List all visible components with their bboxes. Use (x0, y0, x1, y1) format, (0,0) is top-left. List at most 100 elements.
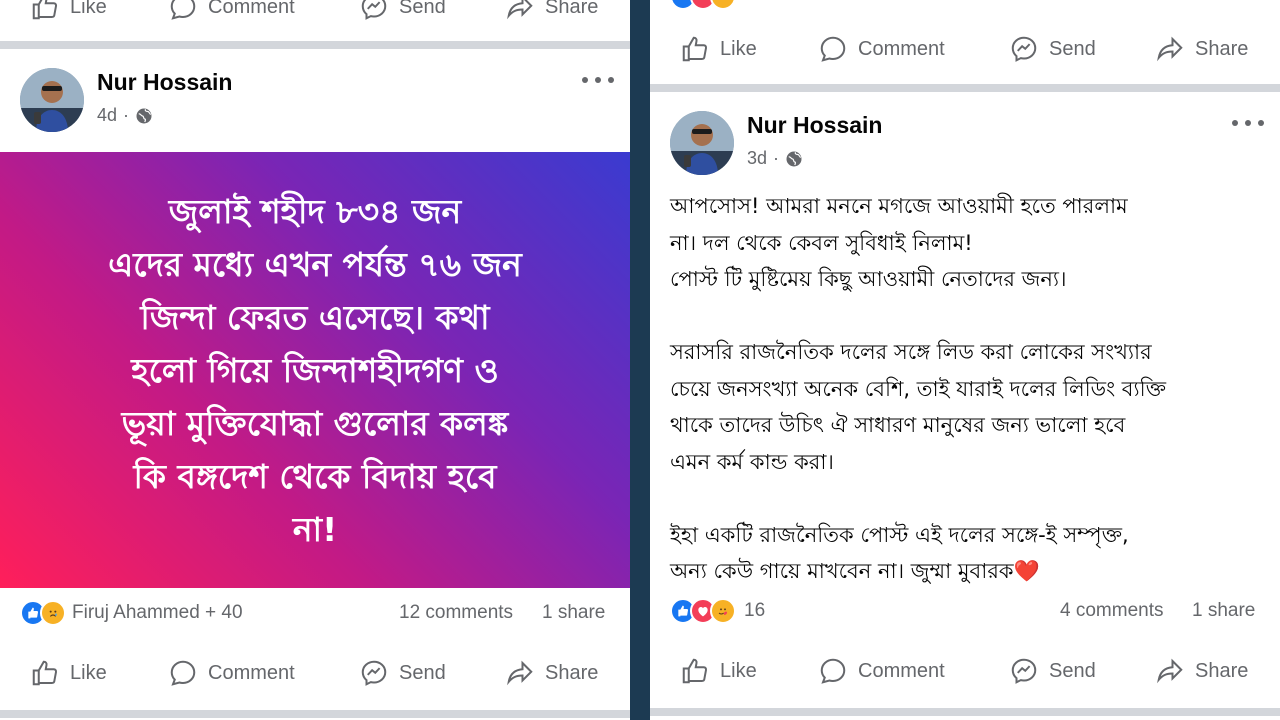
post-header: Nur Hossain 4d · (0, 49, 630, 132)
text-line: থাকে তাদের উচিৎ ঐ সাধারণ মানুষের জন্য ভা… (670, 413, 1126, 437)
post-divider (650, 84, 1280, 92)
share-arrow-icon (1157, 658, 1183, 684)
send-button[interactable]: Send (359, 0, 446, 22)
post-divider (650, 708, 1280, 716)
globe-icon (786, 151, 802, 166)
like-label: Like (720, 659, 757, 682)
author-name[interactable]: Nur Hossain (97, 69, 232, 96)
post-time[interactable]: 4d (97, 105, 117, 126)
post-divider (0, 41, 630, 49)
dot (1258, 120, 1264, 126)
reactions-summary[interactable]: Firuj Ahammed + 40 (20, 600, 243, 626)
banner-line: ভূয়া মুক্তিযোদ্ধা গুলোর কলঙ্ক (121, 403, 509, 443)
send-button[interactable]: Send (1009, 34, 1096, 64)
share-arrow-icon (1157, 36, 1183, 62)
share-label: Share (1195, 37, 1249, 60)
send-label: Send (1049, 659, 1096, 682)
like-button[interactable]: Like (680, 34, 757, 64)
comment-button[interactable]: Comment (168, 658, 295, 688)
text-line: আপসোস! আমরা মননে মগজে আওয়ামী হতে পারলাম (670, 194, 1128, 218)
thumbs-up-icon (682, 658, 708, 684)
post-time[interactable]: 3d (747, 148, 767, 169)
thumbs-up-icon (32, 0, 58, 20)
text-line: চেয়ে জনসংখ্যা অনেক বেশি, তাই যারাই দলের… (670, 376, 1166, 401)
shares-count[interactable]: 1 share (1192, 600, 1255, 622)
comment-icon (820, 36, 846, 62)
comment-label: Comment (208, 661, 295, 684)
text-line: ইহা একটি রাজনৈতিক পোস্ট এই দলের সঙ্গে-ই … (670, 522, 1129, 547)
send-button[interactable]: Send (1009, 656, 1096, 686)
banner-line: এদের মধ্যে এখন পর্যন্ত ৭৬ জন (108, 244, 522, 284)
share-label: Share (1195, 659, 1249, 682)
previous-post-action-bar: Like Comment Send Share (650, 26, 1280, 72)
share-button[interactable]: Share (505, 658, 598, 688)
text-line: পোস্ট টি মুষ্টিমেয় কিছু আওয়ামী নেতাদের… (670, 267, 1067, 291)
comment-icon (820, 658, 846, 684)
like-label: Like (70, 661, 107, 684)
dot (1245, 120, 1251, 126)
share-arrow-icon (507, 660, 533, 686)
share-button[interactable]: Share (1155, 656, 1248, 686)
send-label: Send (1049, 37, 1096, 60)
avatar[interactable] (670, 111, 734, 175)
previous-post-reactions (670, 0, 736, 10)
comment-label: Comment (208, 0, 295, 18)
post-stats: Firuj Ahammed + 40 12 comments 1 share (0, 598, 630, 628)
previous-post-action-bar: Like Comment Send Share (0, 0, 630, 30)
text-line: না। দল থেকে কেবল সুবিধাই নিলাম! (670, 230, 973, 255)
like-button[interactable]: Like (30, 0, 107, 22)
comment-label: Comment (858, 659, 945, 682)
comments-count[interactable]: 4 comments (1060, 600, 1163, 622)
dot (595, 77, 601, 83)
text-line: অন্য কেউ গায়ে মাখবেন না। জুম্মা মুবারক❤… (670, 559, 1040, 583)
post-divider (0, 710, 630, 718)
right-post-panel: Like Comment Send Share Nur Hossain 3d ·… (650, 0, 1280, 720)
dot (1232, 120, 1238, 126)
messenger-icon (361, 0, 387, 20)
share-button[interactable]: Share (1155, 34, 1248, 64)
thumbs-up-icon (32, 660, 58, 686)
post-action-bar: Like Comment Send Share (0, 650, 630, 696)
care-reaction-icon (710, 0, 736, 10)
banner-line: জিন্দা ফেরত এসেছে। কথা (140, 297, 490, 337)
share-label: Share (545, 0, 599, 18)
dot (582, 77, 588, 83)
post-banner-image[interactable]: জুলাই শহীদ ৮৩৪ জন এদের মধ্যে এখন পর্যন্ত… (0, 152, 630, 588)
author-name[interactable]: Nur Hossain (747, 112, 882, 139)
avatar[interactable] (20, 68, 84, 132)
dot (608, 77, 614, 83)
like-label: Like (720, 37, 757, 60)
shares-count[interactable]: 1 share (542, 602, 605, 624)
comment-icon (170, 0, 196, 20)
reactions-summary[interactable]: 16 (670, 598, 765, 624)
comment-button[interactable]: Comment (168, 0, 295, 22)
left-post-panel: Like Comment Send Share Nur Hossain 4d ·… (0, 0, 630, 720)
comment-label: Comment (858, 37, 945, 60)
post-meta: 3d · (747, 148, 803, 169)
send-button[interactable]: Send (359, 658, 446, 688)
comment-button[interactable]: Comment (818, 34, 945, 64)
post-meta: 4d · (97, 105, 153, 126)
share-arrow-icon (507, 0, 533, 20)
like-button[interactable]: Like (30, 658, 107, 688)
messenger-icon (1011, 36, 1037, 62)
globe-icon (136, 108, 152, 123)
send-label: Send (399, 661, 446, 684)
comment-button[interactable]: Comment (818, 656, 945, 686)
comments-count[interactable]: 12 comments (399, 602, 513, 624)
post-header: Nur Hossain 3d · (650, 92, 1280, 175)
like-button[interactable]: Like (680, 656, 757, 686)
meta-dot: · (123, 105, 130, 125)
share-button[interactable]: Share (505, 0, 598, 22)
reactions-count: 16 (744, 600, 766, 621)
more-options-button[interactable] (582, 68, 614, 92)
share-label: Share (545, 661, 599, 684)
like-label: Like (70, 0, 107, 18)
meta-dot: · (773, 148, 780, 168)
more-options-button[interactable] (1232, 111, 1264, 135)
messenger-icon (361, 660, 387, 686)
banner-line: না! (292, 509, 338, 549)
send-label: Send (399, 0, 446, 18)
